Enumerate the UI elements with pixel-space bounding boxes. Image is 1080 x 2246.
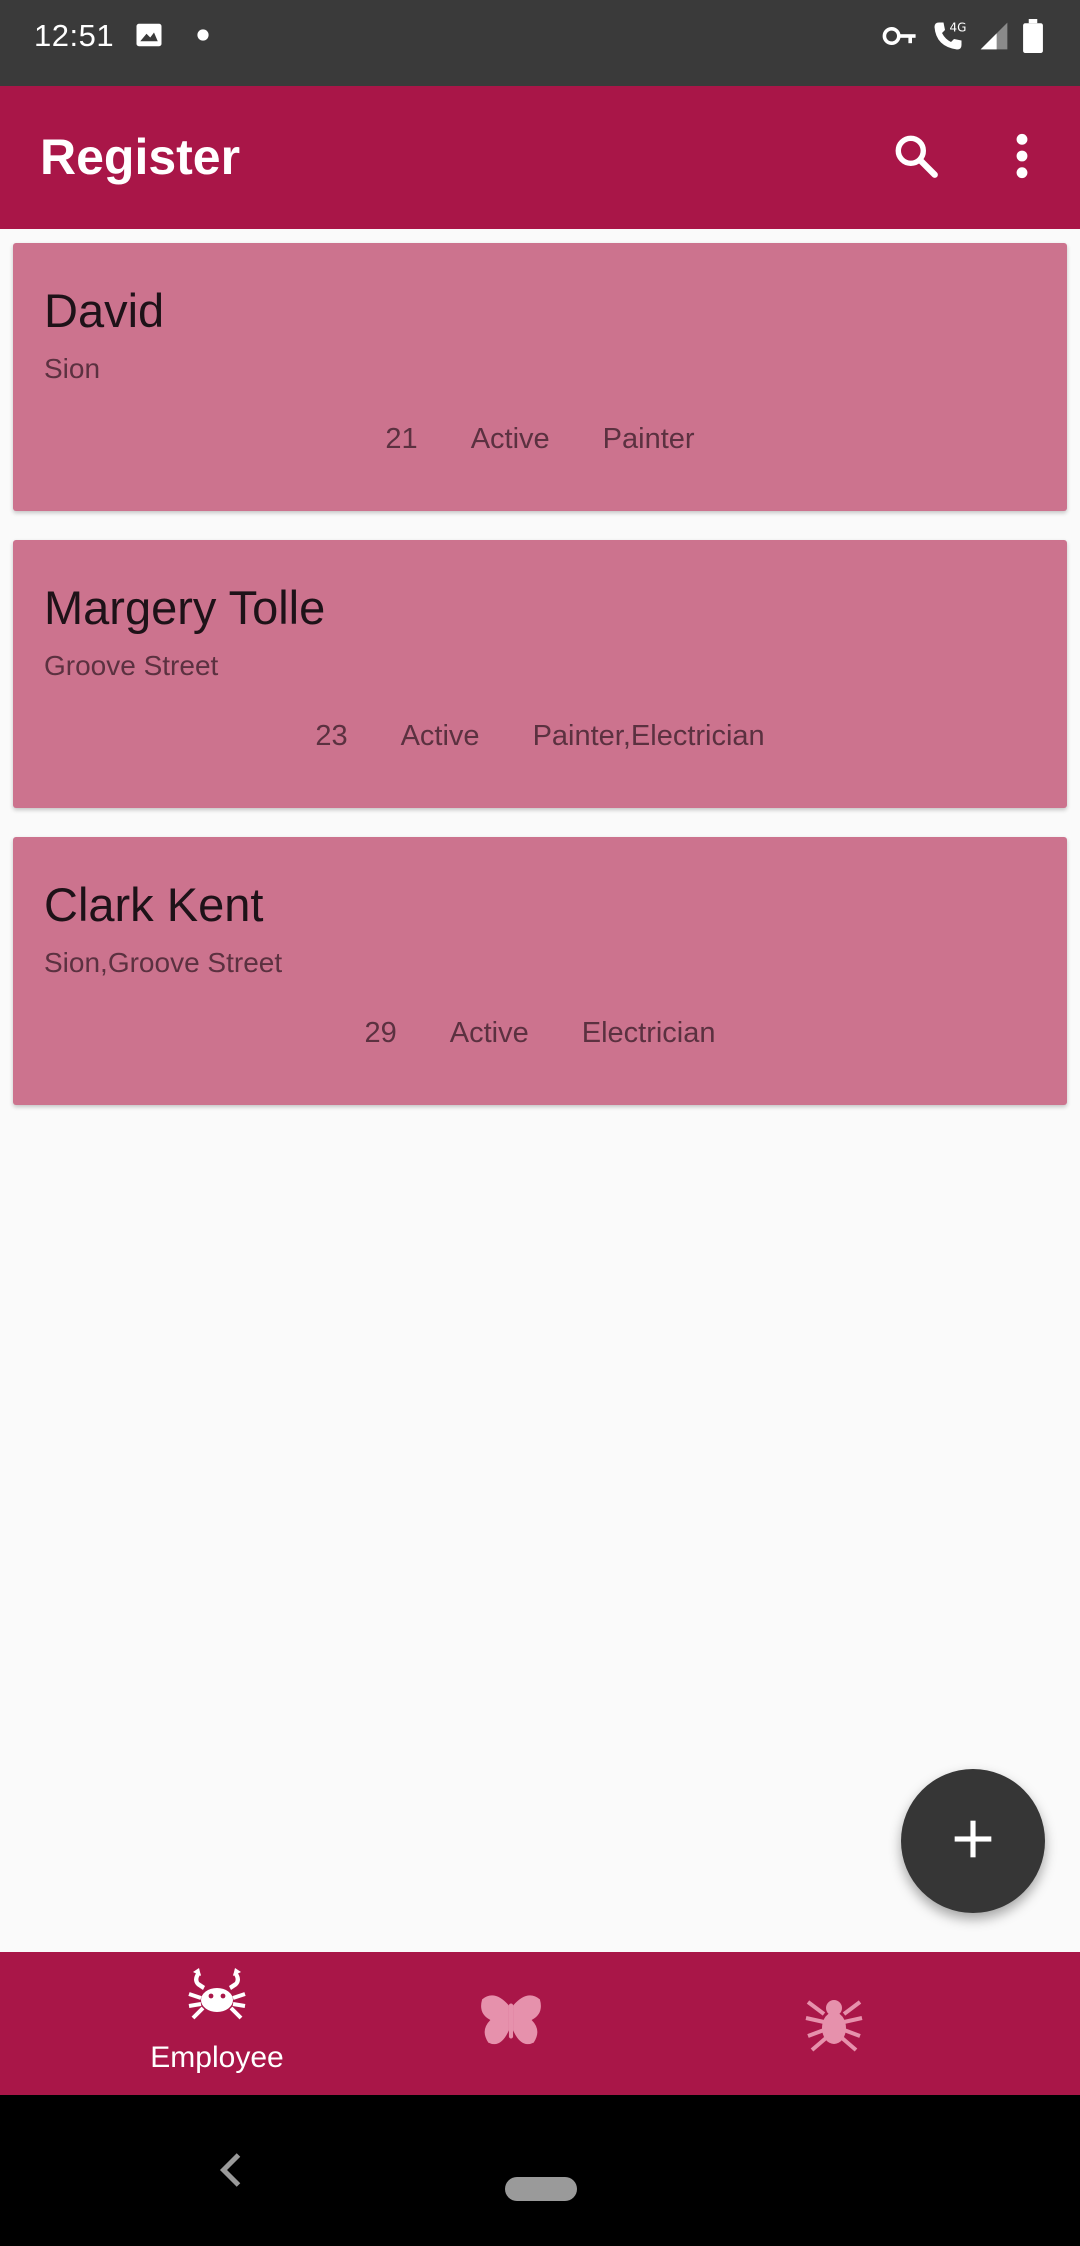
employee-status: Active xyxy=(470,423,550,455)
employee-card[interactable]: David Sion 21 Active Painter xyxy=(13,243,1067,511)
spider-icon xyxy=(802,1988,866,2057)
vpn-key-icon xyxy=(882,21,918,56)
employee-status: Active xyxy=(400,720,480,752)
system-navigation-bar xyxy=(0,2095,1080,2246)
employee-role: Electrician xyxy=(581,1017,716,1049)
employee-name: Clark Kent xyxy=(44,878,264,931)
employee-name: David xyxy=(44,284,165,337)
wifi-calling-icon: 4G xyxy=(930,18,966,59)
employee-card[interactable]: Clark Kent Sion,Groove Street 29 Active … xyxy=(13,837,1067,1105)
status-bar: 12:51 4G xyxy=(0,0,1080,86)
app-bar: Register xyxy=(0,86,1080,229)
back-icon[interactable] xyxy=(216,2145,246,2195)
nav-label-employee: Employee xyxy=(150,2041,284,2074)
employee-list: David Sion 21 Active Painter Margery Tol… xyxy=(13,243,1067,1134)
plus-icon xyxy=(951,1817,995,1866)
nav-item-employee[interactable]: Employee xyxy=(117,1952,317,2095)
butterfly-icon xyxy=(478,1992,544,2057)
employee-name: Margery Tolle xyxy=(44,581,326,634)
employee-meta: 29 Active Electrician xyxy=(13,1017,1067,1050)
employee-meta: 21 Active Painter xyxy=(13,423,1067,456)
employee-card[interactable]: Margery Tolle Groove Street 23 Active Pa… xyxy=(13,540,1067,808)
employee-age: 23 xyxy=(315,720,348,752)
search-button[interactable] xyxy=(886,128,946,188)
battery-icon xyxy=(1022,19,1044,58)
svg-text:4G: 4G xyxy=(950,21,967,35)
more-options-button[interactable] xyxy=(992,128,1052,188)
employee-role: Painter xyxy=(602,423,695,455)
signal-icon xyxy=(978,20,1010,57)
status-time: 12:51 xyxy=(34,18,115,53)
employee-age: 21 xyxy=(385,423,418,455)
add-employee-button[interactable] xyxy=(901,1769,1045,1913)
employee-address: Sion xyxy=(44,353,101,384)
more-vert-icon xyxy=(1012,131,1032,186)
employee-meta: 23 Active Painter,Electrician xyxy=(13,720,1067,753)
nav-item-spider[interactable] xyxy=(734,1952,934,2095)
employee-age: 29 xyxy=(364,1017,397,1049)
search-icon xyxy=(891,131,941,186)
crab-icon xyxy=(185,1964,249,2033)
page-title: Register xyxy=(40,129,241,185)
dot-icon xyxy=(196,28,210,47)
employee-address: Groove Street xyxy=(44,650,219,681)
home-pill-icon[interactable] xyxy=(505,2175,577,2203)
employee-address: Sion,Groove Street xyxy=(44,947,283,978)
bottom-navigation: Employee xyxy=(0,1952,1080,2095)
image-icon xyxy=(134,20,164,55)
employee-role: Painter,Electrician xyxy=(532,720,765,752)
nav-item-butterfly[interactable] xyxy=(411,1952,611,2095)
employee-status: Active xyxy=(449,1017,529,1049)
